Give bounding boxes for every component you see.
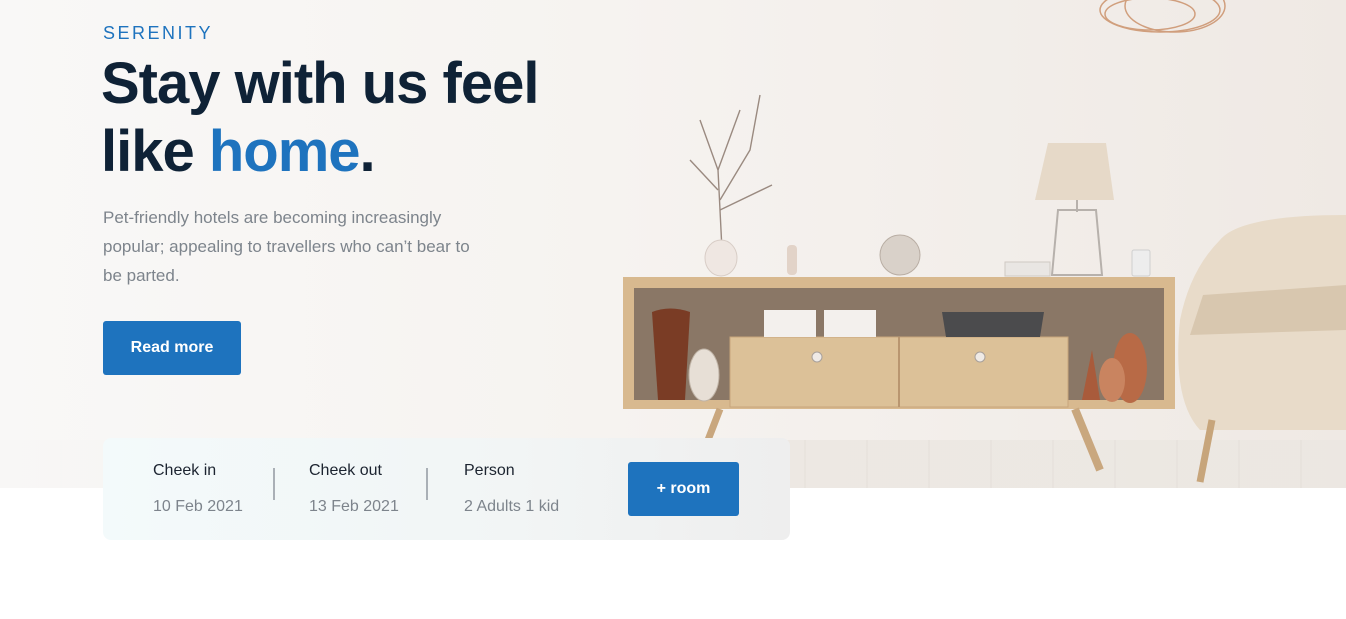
hero-description: Pet-friendly hotels are becoming increas…: [103, 208, 470, 285]
headline-like: like: [101, 119, 209, 184]
booking-bar: Cheek in 10 Feb 2021 Cheek out 13 Feb 20…: [103, 438, 790, 540]
small-bottle: [787, 245, 797, 275]
check-in-label: Cheek in: [153, 462, 217, 479]
armchair: [1178, 215, 1346, 483]
hero-section: SERENITY Stay with us feel like home. Pe…: [0, 0, 1346, 488]
headline-period: .: [359, 119, 376, 184]
living-room-illustration: [623, 0, 1346, 483]
headline-accent-word: home: [208, 119, 361, 184]
add-room-button[interactable]: + room: [628, 462, 739, 516]
pendant-lamp-wires: [1099, 0, 1226, 33]
check-out-field[interactable]: Cheek out 13 Feb 2021: [309, 462, 399, 516]
check-in-value: 10 Feb 2021: [153, 498, 243, 515]
check-in-field[interactable]: Cheek in 10 Feb 2021: [153, 462, 243, 516]
decor-ball: [879, 234, 921, 276]
person-value: 2 Adults 1 kid: [464, 498, 560, 515]
brand-name: SERENITY: [103, 23, 214, 43]
glass-vase: [704, 239, 738, 277]
person-field[interactable]: Person 2 Adults 1 kid: [464, 462, 559, 516]
read-more-button[interactable]: Read more: [103, 321, 241, 375]
field-divider: [426, 468, 428, 500]
person-label: Person: [464, 462, 515, 479]
cup: [1131, 249, 1151, 277]
check-out-label: Cheek out: [309, 462, 382, 479]
table-lamp: [1035, 143, 1114, 276]
books: [1004, 261, 1051, 277]
field-divider: [273, 468, 275, 500]
check-out-value: 13 Feb 2021: [309, 498, 399, 515]
headline-line-1: Stay with us feel: [101, 51, 539, 116]
hero-headline: Stay with us feel like home.: [101, 50, 561, 186]
branch-vase: [689, 94, 773, 251]
